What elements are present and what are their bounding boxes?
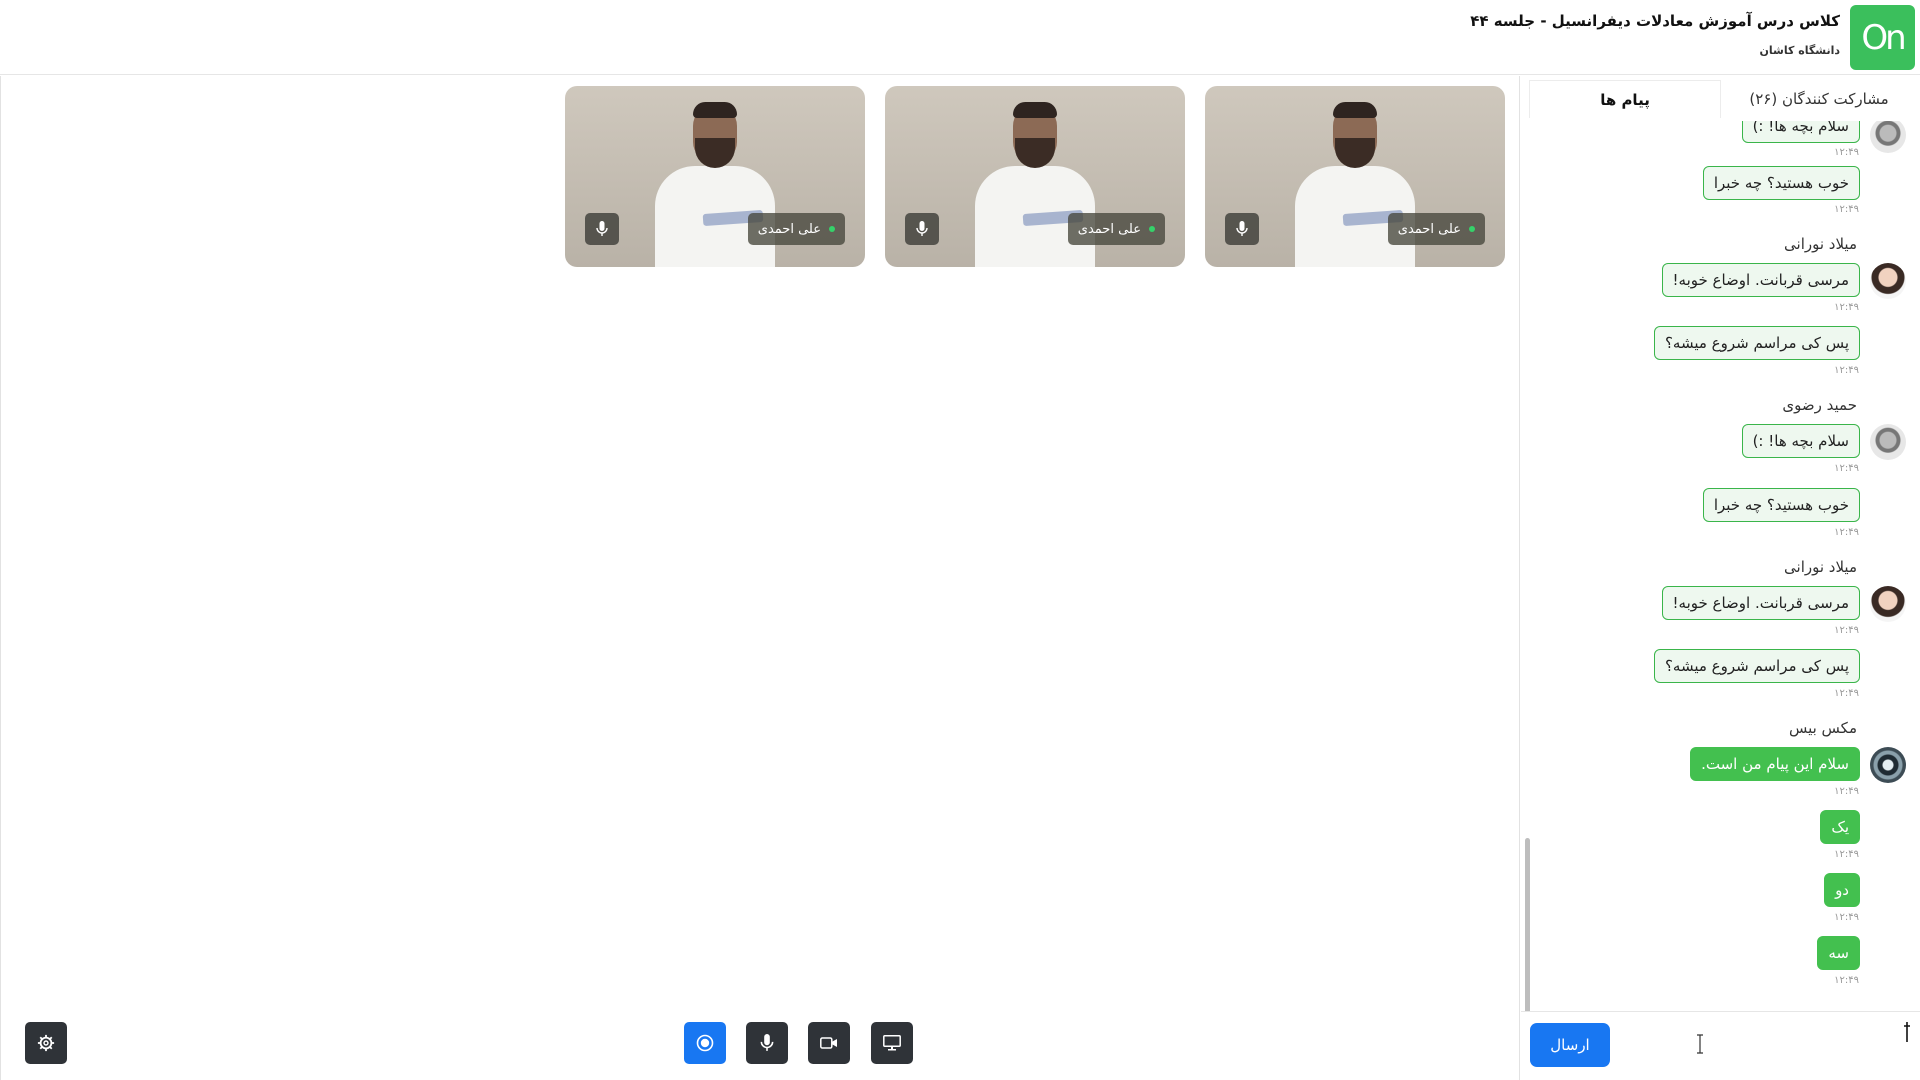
message-bubble: سلام بچه ها! :) — [1741, 121, 1860, 143]
message-bubble: پس کی مراسم شروع میشه؟ — [1653, 326, 1860, 360]
message-time: ۱۲:۴۹ — [1834, 786, 1859, 797]
sender-name: میلاد نورانی — [1784, 235, 1857, 253]
settings-button[interactable] — [25, 1022, 67, 1064]
participant-name-tag: علی احمدی — [1067, 213, 1165, 245]
message-time: ۱۲:۴۹ — [1834, 912, 1859, 923]
record-icon — [696, 1034, 714, 1052]
message-time: ۱۲:۴۹ — [1834, 849, 1859, 860]
app-header: On کلاس درس آموزش معادلات دیفرانسیل - جل… — [0, 0, 1920, 75]
online-indicator-icon — [1149, 226, 1155, 232]
mic-status-button[interactable] — [585, 213, 619, 245]
screen-share-icon — [883, 1035, 901, 1051]
message-bubble: یک — [1820, 810, 1860, 844]
video-tile[interactable]: علی احمدی — [565, 86, 865, 267]
sidebar-tabs: مشارکت کنندگان (۲۶) پیام ها — [1525, 80, 1917, 120]
mic-status-button[interactable] — [905, 213, 939, 245]
message-time: ۱۲:۴۹ — [1834, 302, 1859, 313]
message-time: ۱۲:۴۹ — [1834, 463, 1859, 474]
avatar — [1870, 121, 1906, 153]
message-bubble: خوب هستید؟ چه خبرا — [1702, 488, 1860, 522]
online-indicator-icon — [829, 226, 835, 232]
message-bubble: دو — [1824, 873, 1860, 907]
message-bubble: پس کی مراسم شروع میشه؟ — [1653, 649, 1860, 683]
participant-name: علی احمدی — [1397, 221, 1461, 237]
mic-icon — [1236, 221, 1248, 236]
message-time: ۱۲:۴۹ — [1834, 688, 1859, 699]
microphone-button[interactable] — [746, 1022, 788, 1064]
video-tile[interactable]: علی احمدی — [1205, 86, 1505, 267]
message-bubble: خوب هستید؟ چه خبرا — [1702, 166, 1860, 200]
message-list[interactable]: سلام بچه ها! :) ۱۲:۴۹ خوب هستید؟ چه خبرا… — [1521, 121, 1920, 1011]
message-time: ۱۲:۴۹ — [1834, 147, 1859, 158]
avatar — [1870, 424, 1906, 460]
tab-messages[interactable]: پیام ها — [1529, 80, 1721, 118]
message-time: ۱۲:۴۹ — [1834, 527, 1859, 538]
message-composer: ارسال — [1521, 1011, 1920, 1080]
mic-icon — [916, 221, 928, 236]
sender-name: مکس بیس — [1788, 719, 1857, 737]
chat-sidebar: مشارکت کنندگان (۲۶) پیام ها سلام بچه ها!… — [1521, 76, 1920, 1080]
mic-icon — [596, 221, 608, 236]
avatar — [1870, 263, 1906, 299]
message-bubble: مرسی قربانت. اوضاع خوبه! — [1661, 586, 1860, 620]
sender-name: میلاد نورانی — [1784, 558, 1857, 576]
class-title: کلاس درس آموزش معادلات دیفرانسیل - جلسه … — [1470, 12, 1840, 30]
record-button[interactable] — [684, 1022, 726, 1064]
class-info: کلاس درس آموزش معادلات دیفرانسیل - جلسه … — [1470, 12, 1840, 57]
message-time: ۱۲:۴۹ — [1834, 975, 1859, 986]
video-tile[interactable]: علی احمدی — [885, 86, 1185, 267]
message-time: ۱۲:۴۹ — [1834, 365, 1859, 376]
logo-text: On — [1861, 17, 1906, 58]
text-direction-icon[interactable] — [1902, 1021, 1912, 1043]
video-stage: علی احمدی علی احمدی علی احمدی — [0, 76, 1520, 1080]
text-cursor-icon — [1697, 1034, 1703, 1054]
participant-name-tag: علی احمدی — [1387, 213, 1485, 245]
screen-share-button[interactable] — [871, 1022, 913, 1064]
message-bubble: مرسی قربانت. اوضاع خوبه! — [1661, 263, 1860, 297]
tab-participants[interactable]: مشارکت کنندگان (۲۶) — [1721, 80, 1917, 118]
university-name: دانشگاه کاشان — [1759, 44, 1840, 57]
online-indicator-icon — [1469, 226, 1475, 232]
app-logo: On — [1850, 5, 1915, 70]
send-button[interactable]: ارسال — [1530, 1023, 1610, 1067]
gear-icon — [37, 1034, 55, 1052]
message-bubble: سلام این پیام من است. — [1690, 747, 1860, 781]
message-time: ۱۲:۴۹ — [1834, 625, 1859, 636]
avatar — [1870, 586, 1906, 622]
message-input[interactable] — [1621, 1023, 1911, 1067]
camera-icon — [820, 1037, 837, 1049]
camera-button[interactable] — [808, 1022, 850, 1064]
message-time: ۱۲:۴۹ — [1834, 204, 1859, 215]
scrollbar[interactable] — [1525, 838, 1530, 1011]
participant-name: علی احمدی — [1077, 221, 1141, 237]
mic-icon — [760, 1034, 774, 1051]
participant-name-tag: علی احمدی — [747, 213, 845, 245]
participant-name: علی احمدی — [757, 221, 821, 237]
avatar — [1870, 747, 1906, 783]
message-bubble: سه — [1817, 936, 1860, 970]
sender-name: حمید رضوی — [1782, 396, 1857, 414]
message-bubble: سلام بچه ها! :) — [1741, 424, 1860, 458]
mic-status-button[interactable] — [1225, 213, 1259, 245]
